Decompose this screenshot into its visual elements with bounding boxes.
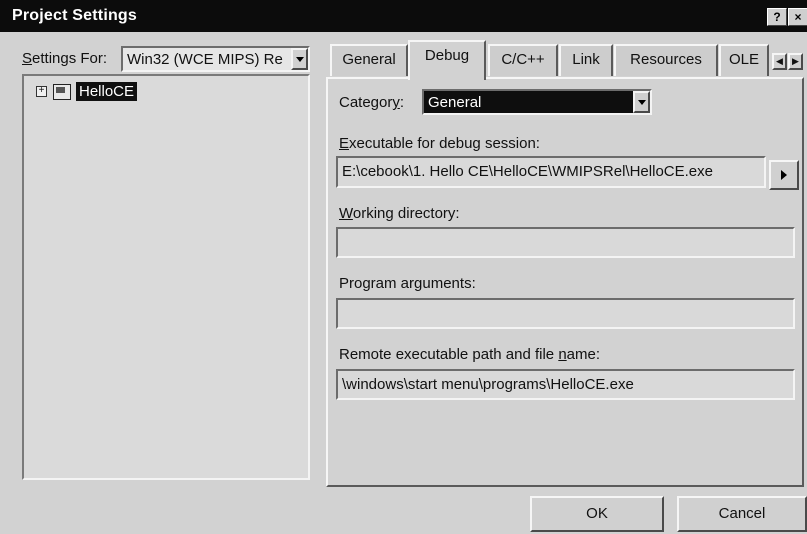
category-value: General	[428, 94, 482, 111]
cancel-button[interactable]: Cancel	[677, 496, 807, 532]
tree-item-label: HelloCE	[76, 82, 138, 101]
tab-general[interactable]: General	[330, 44, 408, 76]
working-directory-field[interactable]	[336, 227, 795, 258]
dialog-title: Project Settings	[12, 7, 138, 24]
help-button[interactable]: ?	[767, 8, 787, 26]
ok-button[interactable]: OK	[530, 496, 664, 532]
chevron-down-icon[interactable]	[633, 91, 650, 113]
tab-debug[interactable]: Debug	[408, 40, 486, 80]
tab-c-cpp[interactable]: C/C++	[488, 44, 558, 76]
working-directory-label: Working directory:	[339, 205, 460, 222]
remote-path-value: \windows\start menu\programs\HelloCE.exe	[342, 376, 634, 393]
tab-ole[interactable]: OLE	[719, 44, 769, 76]
expand-icon[interactable]: +	[36, 86, 47, 97]
browse-arrow-button[interactable]	[769, 160, 799, 190]
program-arguments-field[interactable]	[336, 298, 795, 329]
executable-label: Executable for debug session:	[339, 135, 540, 152]
remote-path-label: Remote executable path and file name:	[339, 346, 601, 363]
project-tree[interactable]: + HelloCE	[22, 74, 310, 480]
category-label: Category:	[339, 94, 405, 111]
title-bar: Project Settings ? ×	[0, 0, 807, 32]
tab-link[interactable]: Link	[559, 44, 613, 76]
settings-for-label: Settings For:	[22, 50, 108, 67]
close-button[interactable]: ×	[788, 8, 807, 26]
remote-path-field[interactable]: \windows\start menu\programs\HelloCE.exe	[336, 369, 795, 400]
program-arguments-label: Program arguments:	[339, 275, 476, 292]
project-icon	[53, 84, 71, 100]
executable-value: E:\cebook\1. Hello CE\HelloCE\WMIPSRel\H…	[342, 163, 713, 180]
project-settings-dialog: Project Settings ? × Settings For: Win32…	[0, 0, 807, 534]
tab-scroll-right-icon[interactable]: ▶	[788, 53, 803, 70]
tab-resources[interactable]: Resources	[614, 44, 718, 76]
category-dropdown[interactable]: General	[422, 89, 652, 115]
settings-for-dropdown[interactable]: Win32 (WCE MIPS) Re	[121, 46, 310, 72]
settings-for-value: Win32 (WCE MIPS) Re	[127, 51, 283, 68]
chevron-down-icon[interactable]	[291, 48, 308, 70]
executable-field[interactable]: E:\cebook\1. Hello CE\HelloCE\WMIPSRel\H…	[336, 156, 766, 188]
tab-scroll-left-icon[interactable]: ◀	[772, 53, 787, 70]
